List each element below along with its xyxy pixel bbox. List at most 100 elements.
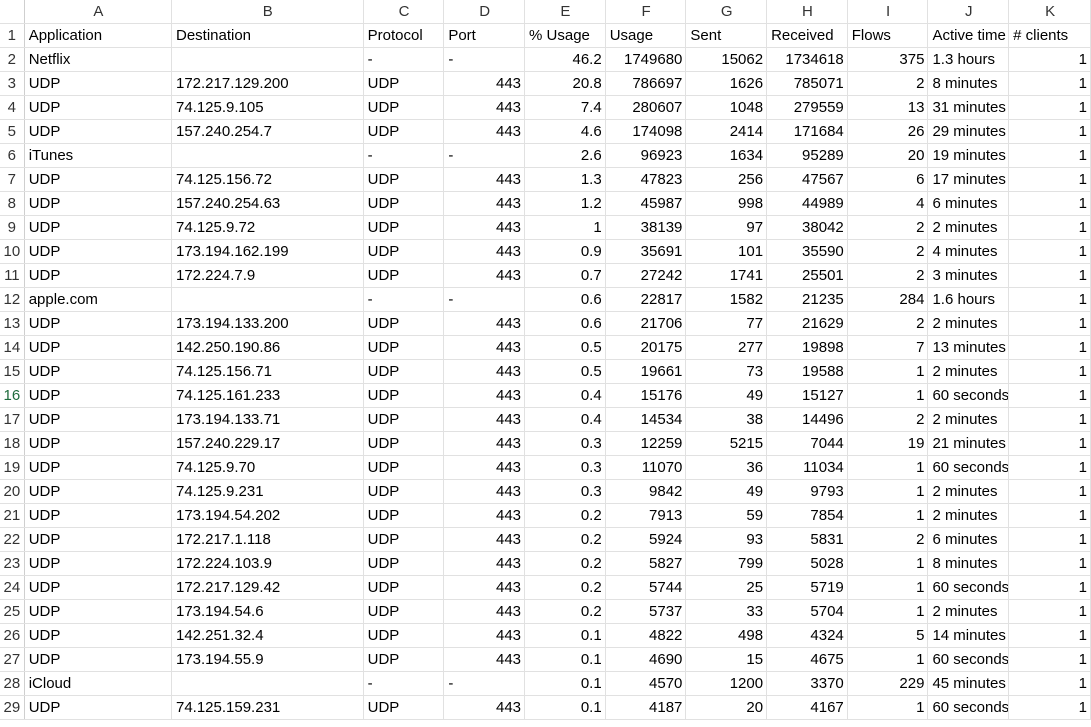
cell-h16[interactable]: 15127 [766,383,848,408]
cell-d5[interactable]: 443 [443,119,526,144]
cell-a24[interactable]: UDP [24,575,172,600]
row-number[interactable]: 19 [0,455,25,480]
cell-k29[interactable]: 1 [1008,695,1091,720]
cell-c19[interactable]: UDP [363,455,445,480]
cell-e29[interactable]: 0.1 [524,695,606,720]
cell-k5[interactable]: 1 [1008,119,1091,144]
cell-c28[interactable]: - [363,671,445,696]
cell-i22[interactable]: 2 [847,527,929,552]
cell-c2[interactable]: - [363,47,445,72]
column-header-b[interactable]: B [171,0,364,24]
cell-e13[interactable]: 0.6 [524,311,606,336]
row-number[interactable]: 9 [0,215,25,240]
cell-h1[interactable]: Received [766,23,848,48]
cell-e8[interactable]: 1.2 [524,191,606,216]
cell-d6[interactable]: - [443,143,526,168]
cell-k24[interactable]: 1 [1008,575,1091,600]
cell-h23[interactable]: 5028 [766,551,848,576]
cell-j11[interactable]: 3 minutes [927,263,1010,288]
cell-c7[interactable]: UDP [363,167,445,192]
cell-f16[interactable]: 15176 [605,383,687,408]
cell-d11[interactable]: 443 [443,263,526,288]
cell-j17[interactable]: 2 minutes [927,407,1010,432]
cell-d22[interactable]: 443 [443,527,526,552]
cell-e16[interactable]: 0.4 [524,383,606,408]
cell-b1[interactable]: Destination [171,23,364,48]
cell-d29[interactable]: 443 [443,695,526,720]
cell-f13[interactable]: 21706 [605,311,687,336]
cell-g4[interactable]: 1048 [685,95,768,120]
cell-g26[interactable]: 498 [685,623,768,648]
cell-b16[interactable]: 74.125.161.233 [171,383,364,408]
cell-e18[interactable]: 0.3 [524,431,606,456]
cell-a26[interactable]: UDP [24,623,172,648]
cell-h26[interactable]: 4324 [766,623,848,648]
cell-d14[interactable]: 443 [443,335,526,360]
cell-f8[interactable]: 45987 [605,191,687,216]
cell-c25[interactable]: UDP [363,599,445,624]
cell-g23[interactable]: 799 [685,551,768,576]
cell-c18[interactable]: UDP [363,431,445,456]
cell-g10[interactable]: 101 [685,239,768,264]
cell-a15[interactable]: UDP [24,359,172,384]
cell-g12[interactable]: 1582 [685,287,768,312]
cell-f1[interactable]: Usage [605,23,687,48]
cell-k26[interactable]: 1 [1008,623,1091,648]
cell-i8[interactable]: 4 [847,191,929,216]
cell-e9[interactable]: 1 [524,215,606,240]
row-number[interactable]: 5 [0,119,25,144]
cell-d27[interactable]: 443 [443,647,526,672]
cell-g2[interactable]: 15062 [685,47,768,72]
cell-j14[interactable]: 13 minutes [927,335,1010,360]
cell-c12[interactable]: - [363,287,445,312]
cell-g7[interactable]: 256 [685,167,768,192]
cell-f27[interactable]: 4690 [605,647,687,672]
cell-j23[interactable]: 8 minutes [927,551,1010,576]
cell-f28[interactable]: 4570 [605,671,687,696]
column-header-g[interactable]: G [685,0,768,24]
cell-b22[interactable]: 172.217.1.118 [171,527,364,552]
cell-i18[interactable]: 19 [847,431,929,456]
cell-k4[interactable]: 1 [1008,95,1091,120]
cell-e5[interactable]: 4.6 [524,119,606,144]
cell-g14[interactable]: 277 [685,335,768,360]
cell-h20[interactable]: 9793 [766,479,848,504]
cell-i10[interactable]: 2 [847,239,929,264]
cell-b19[interactable]: 74.125.9.70 [171,455,364,480]
cell-c23[interactable]: UDP [363,551,445,576]
cell-g15[interactable]: 73 [685,359,768,384]
cell-b13[interactable]: 173.194.133.200 [171,311,364,336]
cell-h17[interactable]: 14496 [766,407,848,432]
cell-e10[interactable]: 0.9 [524,239,606,264]
cell-i25[interactable]: 1 [847,599,929,624]
cell-h7[interactable]: 47567 [766,167,848,192]
cell-c27[interactable]: UDP [363,647,445,672]
cell-d19[interactable]: 443 [443,455,526,480]
cell-a16[interactable]: UDP [24,383,172,408]
cell-g8[interactable]: 998 [685,191,768,216]
select-all-corner[interactable] [0,0,25,24]
cell-g22[interactable]: 93 [685,527,768,552]
cell-a13[interactable]: UDP [24,311,172,336]
cell-j24[interactable]: 60 seconds [927,575,1010,600]
cell-c9[interactable]: UDP [363,215,445,240]
cell-e20[interactable]: 0.3 [524,479,606,504]
cell-k19[interactable]: 1 [1008,455,1091,480]
column-header-d[interactable]: D [443,0,526,24]
cell-d25[interactable]: 443 [443,599,526,624]
cell-e24[interactable]: 0.2 [524,575,606,600]
cell-b25[interactable]: 173.194.54.6 [171,599,364,624]
cell-b23[interactable]: 172.224.103.9 [171,551,364,576]
cell-b15[interactable]: 74.125.156.71 [171,359,364,384]
column-header-f[interactable]: F [605,0,687,24]
cell-g25[interactable]: 33 [685,599,768,624]
cell-c15[interactable]: UDP [363,359,445,384]
cell-j1[interactable]: Active time [927,23,1010,48]
cell-k1[interactable]: # clients [1008,23,1091,48]
cell-j26[interactable]: 14 minutes [927,623,1010,648]
row-number[interactable]: 16 [0,383,25,408]
cell-f21[interactable]: 7913 [605,503,687,528]
cell-e3[interactable]: 20.8 [524,71,606,96]
cell-a8[interactable]: UDP [24,191,172,216]
cell-f19[interactable]: 11070 [605,455,687,480]
